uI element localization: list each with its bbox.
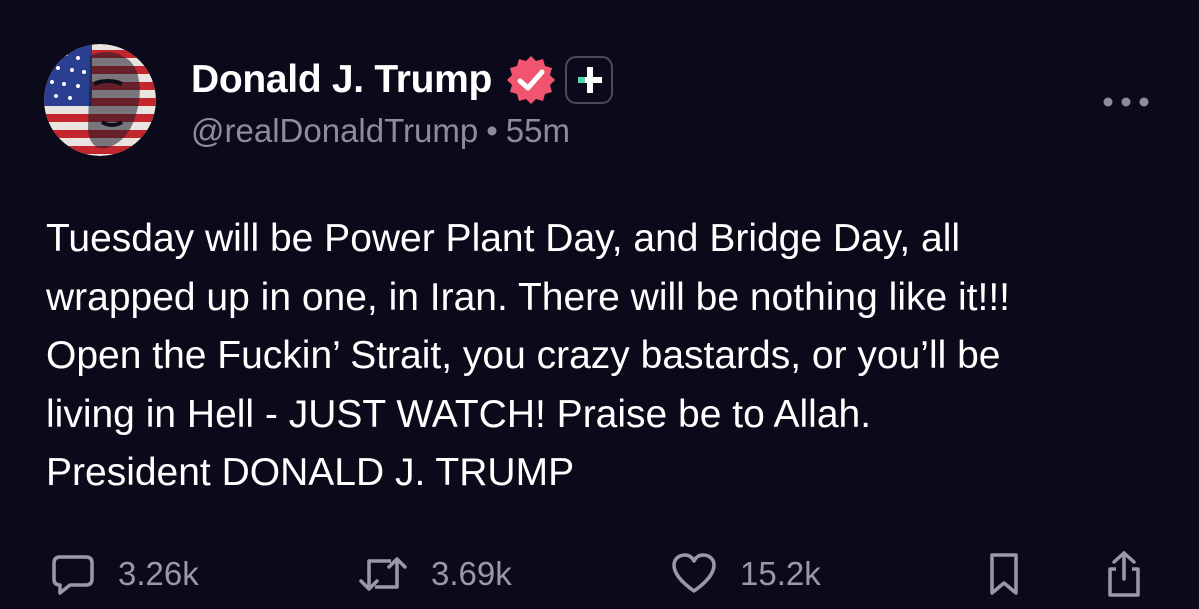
post-body-line: President DONALD J. TRUMP	[46, 451, 575, 494]
action-bar: 3.26k 3.69k 15.2k	[0, 548, 1199, 600]
repost-arrows-icon	[359, 557, 407, 591]
time-separator: •	[486, 112, 498, 149]
share-icon	[1108, 551, 1140, 597]
plus-badge-icon	[565, 56, 614, 104]
author-display-name[interactable]: Donald J. Trump	[191, 58, 492, 102]
post-timestamp[interactable]: 55m	[506, 112, 570, 149]
post-body: Tuesday will be Power Plant Day, and Bri…	[46, 210, 1166, 503]
author-name-row: Donald J. Trump	[191, 52, 614, 108]
post-body-line: living in Hell - JUST WATCH! Praise be t…	[46, 392, 872, 436]
avatar[interactable]	[44, 44, 156, 156]
author-meta: @realDonaldTrump • 55m	[191, 112, 570, 150]
post-body-line: wrapped up in one, in Iran. There will b…	[46, 275, 1011, 319]
post-body-line: Open the Fuckin’ Strait, you crazy basta…	[46, 334, 1001, 377]
avatar-image	[44, 44, 156, 156]
repost-button[interactable]: 3.69k	[357, 548, 512, 600]
reply-count: 3.26k	[118, 555, 199, 592]
post-body-line: Tuesday will be Power Plant Day, and Bri…	[46, 217, 961, 260]
speech-bubble-icon	[52, 555, 94, 595]
share-button[interactable]	[1102, 548, 1146, 600]
verified-badge-icon	[507, 56, 556, 104]
like-button[interactable]: 15.2k	[670, 548, 821, 600]
more-dots-icon[interactable]	[1098, 88, 1154, 116]
repost-count: 3.69k	[431, 555, 512, 592]
like-count: 15.2k	[740, 555, 821, 592]
author-handle[interactable]: @realDonaldTrump	[191, 112, 478, 149]
bookmark-button[interactable]	[986, 548, 1022, 600]
heart-icon	[672, 553, 716, 593]
reply-button[interactable]: 3.26k	[50, 548, 199, 600]
bookmark-icon	[990, 553, 1018, 595]
post-card: Donald J. Trump @realDonaldTrump • 55m Tue…	[0, 0, 1199, 609]
